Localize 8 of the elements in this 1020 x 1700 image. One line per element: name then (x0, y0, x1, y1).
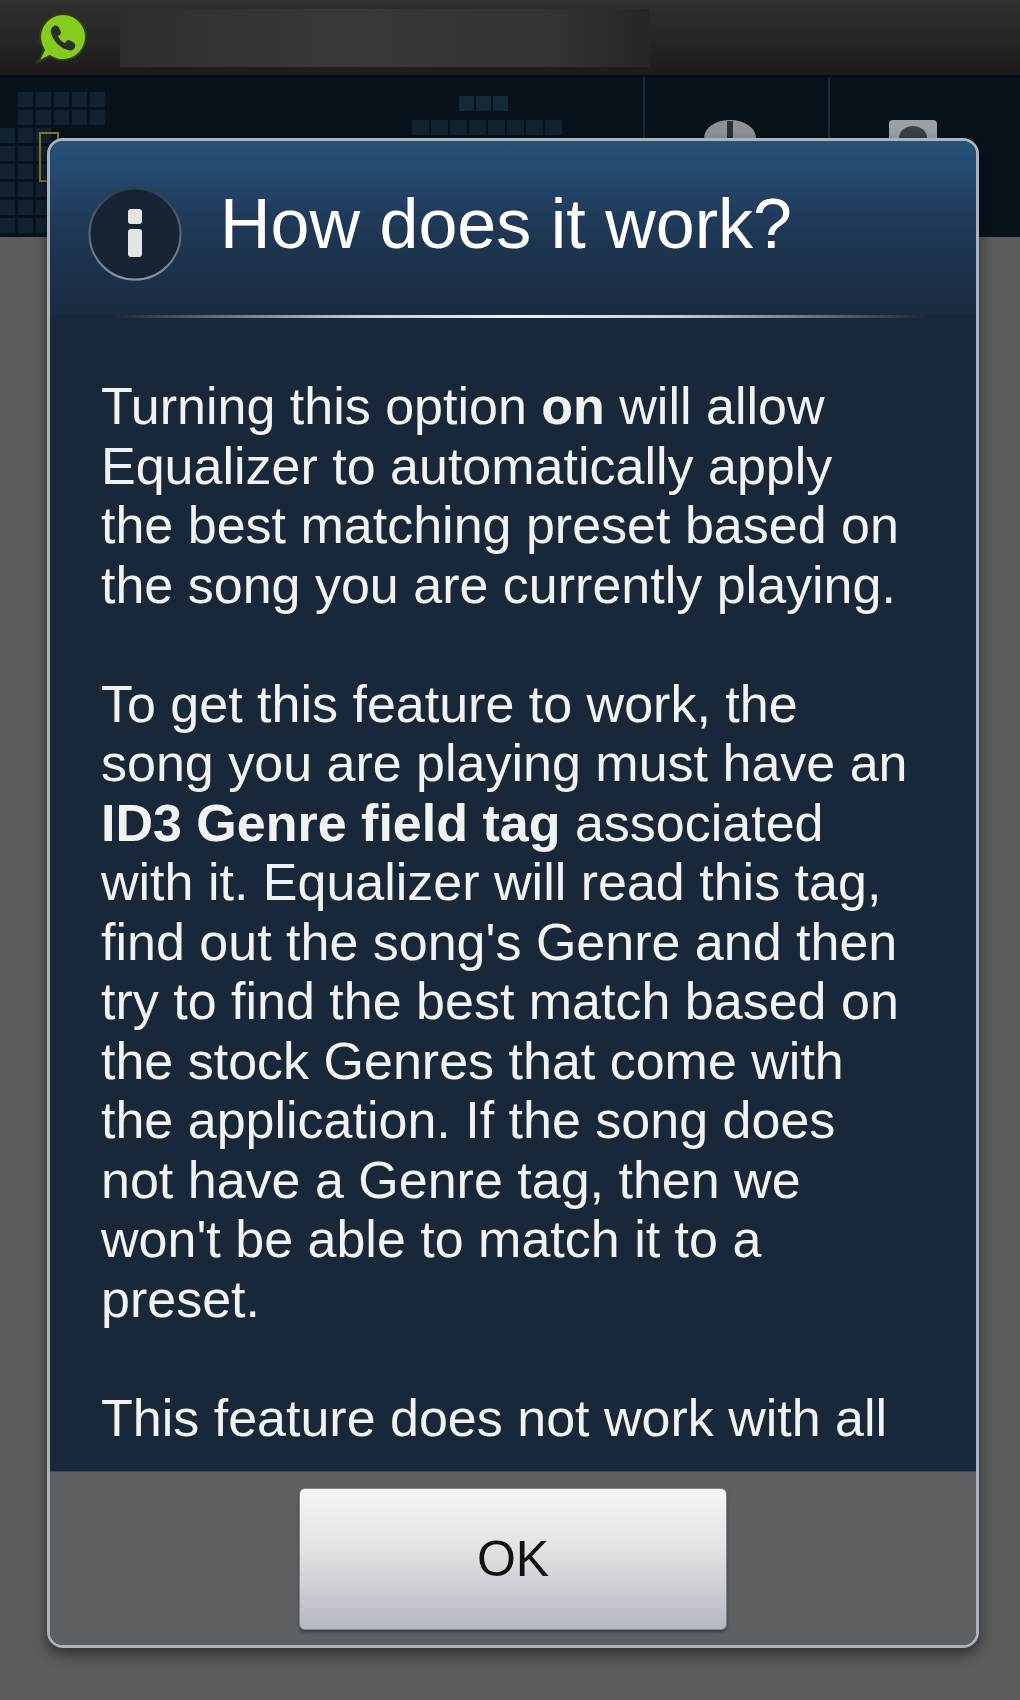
body-paragraph: This feature does not work with all (101, 1388, 889, 1448)
dialog-button[interactable]: OK (299, 1488, 727, 1630)
info-icon (88, 187, 182, 281)
chat-bubble-phone-icon (36, 11, 88, 64)
body-paragraph: To get this feature to work, the song you are playing must have an ID3 Genre field tag associated with it. Equalizer will read this tag, find out the song's Genre and then try to find the best match based on the stock Genres that come with the application. If the song does not have a Genre tag, then we won't be able to match it to a preset. (101, 674, 909, 1329)
tile-icon (889, 120, 937, 138)
dialog-title: How does it work? (220, 189, 792, 259)
body-paragraph: Turning this option on will allow Equalizer to automatically apply the best matching preset based on the song you are currently playing. (101, 377, 900, 615)
